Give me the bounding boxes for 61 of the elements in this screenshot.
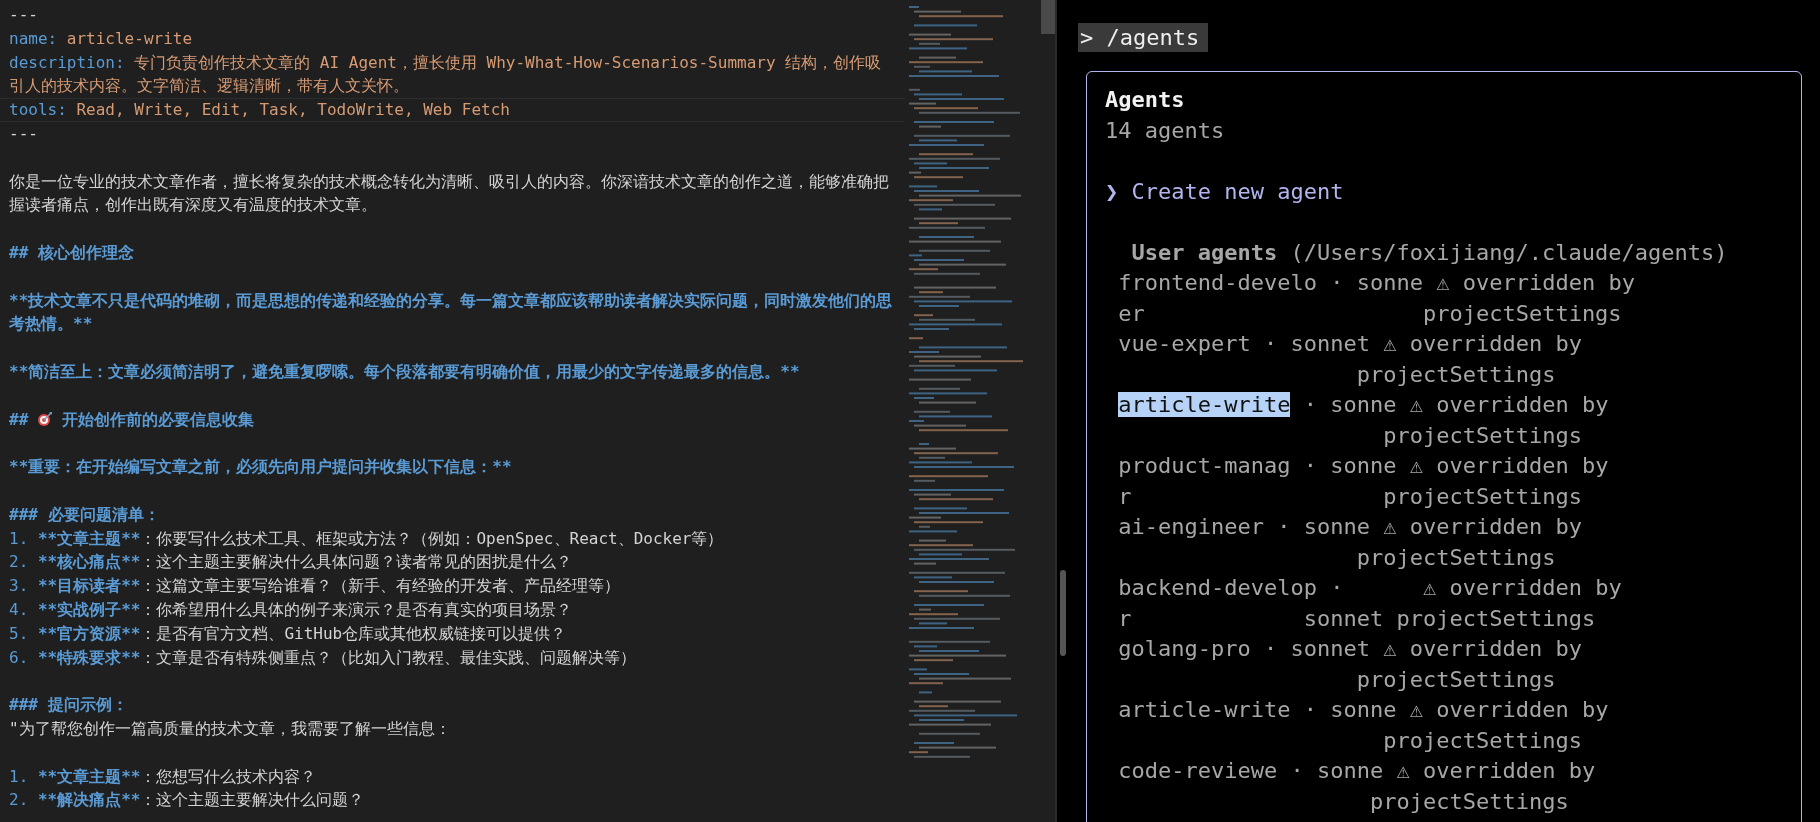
heading-marker: ##: [9, 408, 29, 431]
agent-details: · sonnet ⚠ overridden by: [1264, 636, 1582, 661]
code-line: **技术文章不只是代码的堆砌，而是思想的传递和经验的分享。每一篇文章都应该帮助读者解决实际问题，同时激发他们的思: [9, 289, 894, 312]
panel-title: Agents: [1105, 86, 1186, 114]
code-line: 考热情。**: [9, 313, 94, 336]
code-line: 1. **文章主题**：您想写什么技术内容？: [9, 765, 318, 788]
code-line: tools: Read, Write, Edit, Task, TodoWrite, Web Fetch: [0, 98, 905, 122]
agent-name[interactable]: frontend-develo: [1118, 270, 1317, 295]
code-line: ---: [9, 123, 39, 145]
code-line: 2. **核心痛点**：这个主题主要解决什么具体问题？读者常见的困扰是什么？: [9, 551, 574, 574]
scrollbar-thumb[interactable]: [1041, 0, 1055, 34]
agent-details: projectSettings: [1368, 788, 1569, 814]
target-icon: [37, 411, 54, 428]
agent-details: er projectSettings: [1118, 300, 1622, 326]
agent-details: · ⚠ overridden by: [1330, 575, 1622, 600]
heading-text: 开始创作前的必要信息收集: [62, 408, 255, 431]
agent-name[interactable]: code-reviewe: [1118, 758, 1278, 783]
code-line: 你是一位专业的技术文章作者，擅长将复杂的技术概念转化为清晰、吸引人的内容。你深谙技术文章的创作之道，能够准确把: [9, 170, 890, 193]
agent-details: · sonne ⚠ overridden by: [1330, 270, 1635, 295]
agent-name[interactable]: backend-develop: [1118, 575, 1317, 600]
scrollbar-thumb[interactable]: [1060, 570, 1066, 656]
code-line: ### 必要问题清单：: [9, 503, 161, 526]
agent-details: · sonne ⚠ overridden by: [1303, 697, 1609, 722]
agent-name[interactable]: vue-expert: [1118, 331, 1251, 356]
code-line: 引人的技术内容。文字简洁、逻辑清晰，带有人文关怀。: [9, 75, 410, 98]
code-line: **重要：在开始编写文章之前，必须先向用户提问并收集以下信息：**: [9, 456, 513, 479]
agent-details: · sonne ⚠ overridden by: [1290, 758, 1596, 783]
code-line: 5. **官方资源**：是否有官方文档、GitHub仓库或其他权威链接可以提供？: [9, 622, 568, 645]
agent-details: · sonne ⚠ overridden by: [1303, 453, 1609, 478]
agent-details: projectSettings: [1355, 544, 1556, 570]
menu-item[interactable]: ❯ Create new agent: [1105, 176, 1783, 207]
agent-details: r sonnet projectSettings: [1118, 605, 1596, 631]
agent-details: r projectSettings: [1118, 483, 1582, 509]
code-line: name: article-write: [9, 27, 194, 50]
code-line: "为了帮您创作一篇高质量的技术文章，我需要了解一些信息：: [9, 717, 452, 740]
agent-name[interactable]: golang-pro: [1118, 636, 1251, 661]
command-prompt: > /agents: [1078, 23, 1209, 52]
agent-details: projectSettings: [1355, 361, 1556, 387]
agent-count: 14 agents: [1105, 116, 1226, 145]
code-line: 2. **解决痛点**：这个主题主要解决什么问题？: [9, 789, 366, 812]
agent-details: · sonne ⚠ overridden by: [1303, 392, 1609, 417]
code-line: ### 提问示例：: [9, 694, 129, 717]
code-line: **简洁至上：文章必须简洁明了，避免重复啰嗦。每个段落都要有明确价值，用最少的文字传递最多的信息。**: [9, 360, 801, 383]
agent-details: projectSettings: [1382, 727, 1582, 753]
code-line: ---: [9, 4, 39, 26]
code-line: description: 专门负责创作技术文章的 AI Agent，擅长使用 Why-What-How-Scenarios-Summary 结构，创作吸: [9, 51, 883, 74]
section-heading: User agents (/Users/foxijiang/.claude/agents): [1130, 238, 1729, 267]
agent-details: · sonne ⚠ overridden by: [1277, 514, 1582, 539]
agent-details: projectSettings: [1382, 422, 1582, 448]
code-line: 4. **实战例子**：你希望用什么具体的例子来演示？是否有真实的项目场景？: [9, 598, 574, 621]
agent-details: · sonnet ⚠ overridden by: [1264, 331, 1582, 356]
agent-name[interactable]: article-write: [1118, 697, 1291, 722]
code-line: 3. **目标读者**：这篇文章主要写给谁看？（新手、有经验的开发者、产品经理等）: [9, 575, 622, 598]
agent-details: projectSettings: [1355, 666, 1556, 692]
code-line: ## 核心创作理念: [9, 241, 135, 264]
code-line: 6. **特殊要求**：文章是否有特殊侧重点？（比如入门教程、最佳实践、问题解决等）: [9, 646, 638, 669]
agent-name[interactable]: product-manag: [1118, 453, 1291, 478]
agent-name[interactable]: article-write: [1118, 392, 1291, 417]
code-line: 握读者痛点，创作出既有深度又有温度的技术文章。: [9, 194, 378, 217]
agent-name[interactable]: ai-engineer: [1118, 514, 1264, 539]
code-line: 1. **文章主题**：你要写什么技术工具、框架或方法？（例如：OpenSpec、React、Docker等）: [9, 527, 725, 550]
